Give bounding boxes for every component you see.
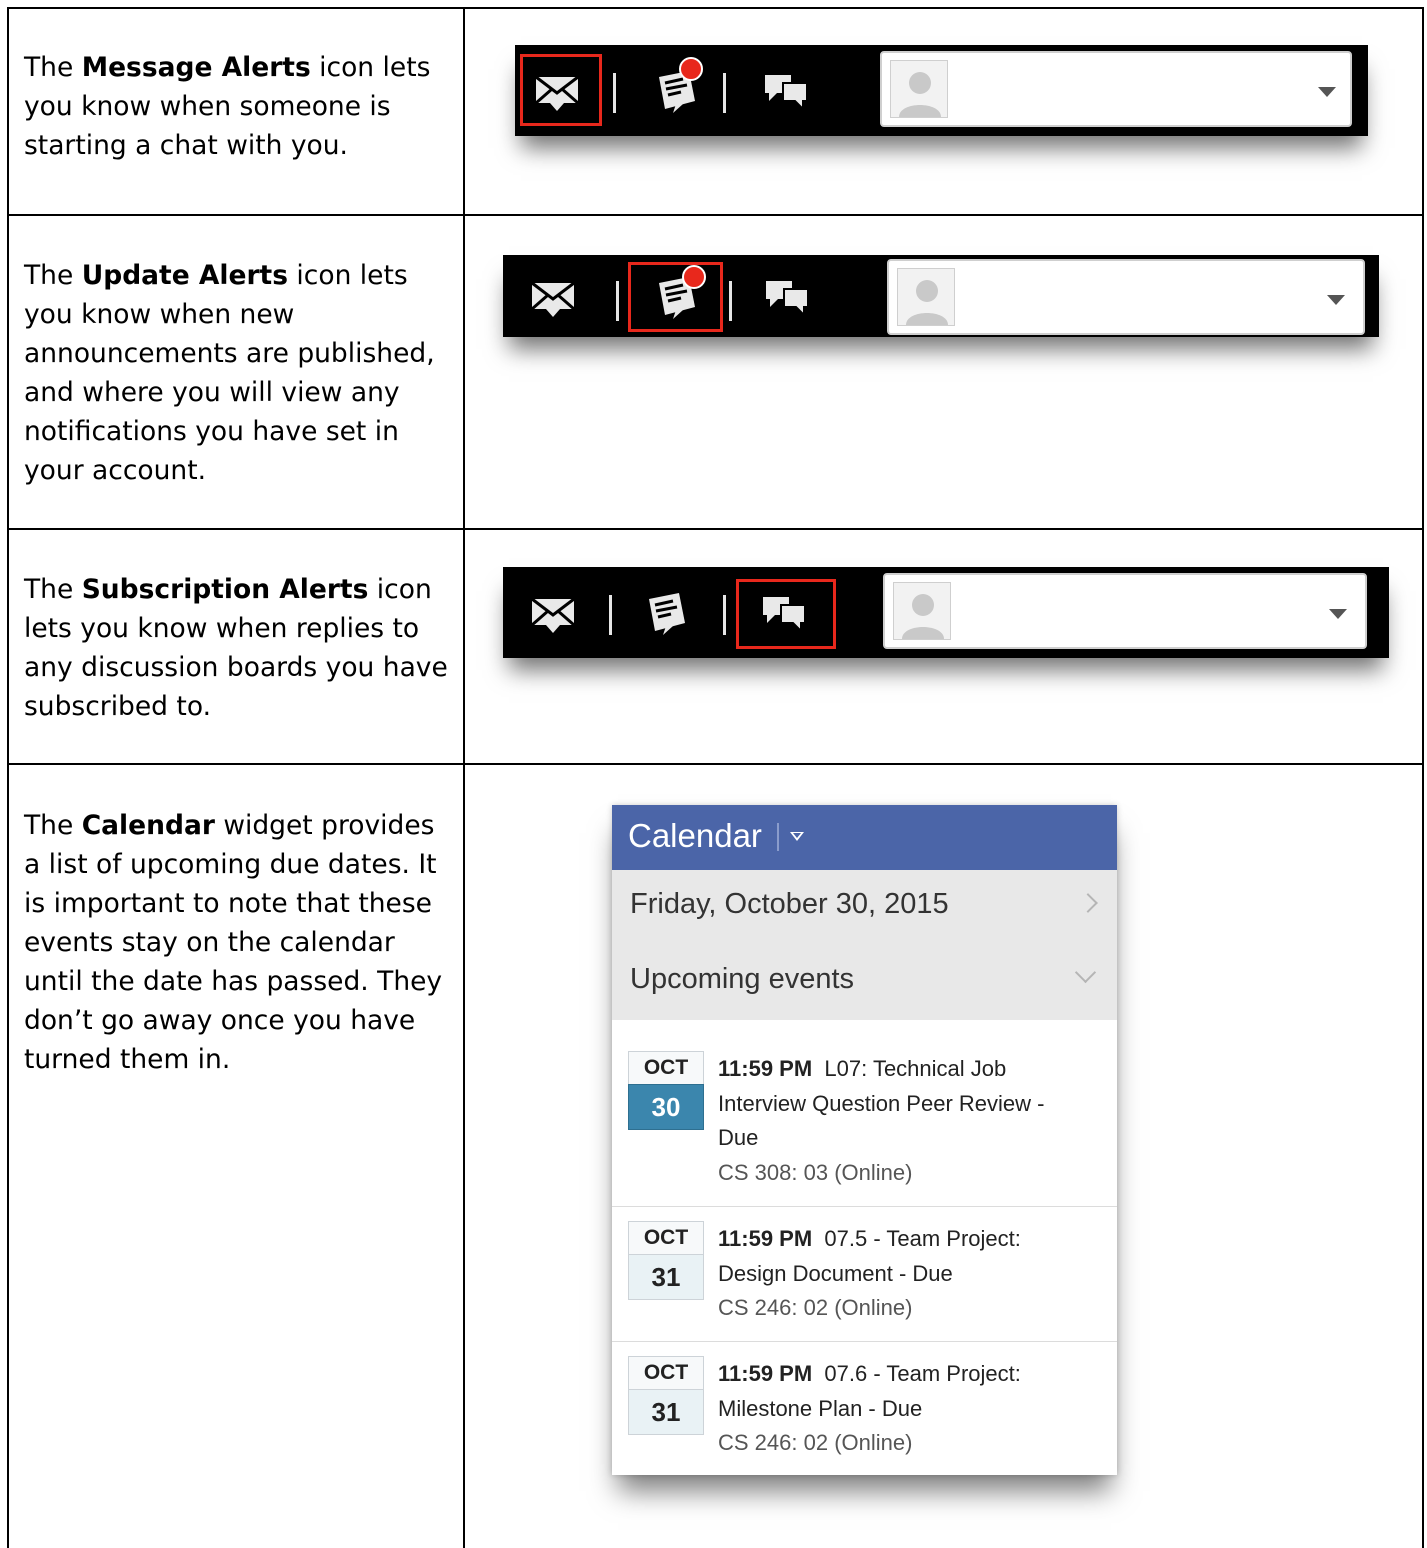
event-details: 11:59 PM 07.5 - Team Project: Design Doc… (718, 1222, 1098, 1326)
event-title-line[interactable]: Milestone Plan - Due (718, 1396, 922, 1421)
toolbar-separator (613, 73, 616, 113)
date-navigator[interactable]: Friday, October 30, 2015 (612, 870, 1117, 947)
current-date: Friday, October 30, 2015 (630, 888, 949, 920)
toolbar-separator (723, 73, 726, 113)
event-month: OCT (628, 1051, 704, 1085)
user-menu-dropdown[interactable] (883, 573, 1367, 649)
event-title-line[interactable]: Interview Question Peer Review - (718, 1091, 1044, 1116)
user-menu-dropdown[interactable] (880, 51, 1352, 127)
event-item[interactable]: OCT 31 11:59 PM 07.6 - Team Project: Mil… (612, 1356, 1117, 1466)
term-calendar: Calendar (81, 810, 215, 841)
table-row-divider (7, 528, 1424, 530)
event-time: 11:59 PM (718, 1361, 813, 1386)
update-alerts-icon[interactable] (633, 579, 699, 645)
chevron-down-icon (1327, 295, 1345, 305)
toolbar-separator (609, 595, 612, 635)
toolbar-separator (723, 595, 726, 635)
notification-dot (679, 57, 703, 81)
chevron-down-icon (1318, 87, 1336, 97)
table-border-left (7, 7, 9, 1548)
event-day: 31 (628, 1254, 704, 1300)
alerts-toolbar-subscription (503, 567, 1389, 658)
calendar-header: Calendar (612, 805, 1117, 870)
avatar (897, 268, 955, 326)
event-item[interactable]: OCT 30 11:59 PM L07: Technical Job Inter… (612, 1051, 1117, 1207)
table-row-divider (7, 763, 1424, 765)
term-update-alerts: Update Alerts (81, 260, 288, 291)
event-day: 31 (628, 1389, 704, 1435)
event-course: CS 308: 03 (Online) (718, 1159, 913, 1185)
event-time: 11:59 PM (718, 1056, 813, 1081)
avatar (890, 60, 948, 118)
chat-bubbles-icon[interactable] (754, 263, 820, 329)
toolbar-separator (729, 281, 732, 321)
chevron-down-icon[interactable] (1074, 961, 1097, 984)
event-date-badge: OCT 31 (628, 1356, 704, 1446)
alerts-toolbar-message (515, 45, 1368, 136)
user-menu-dropdown[interactable] (887, 259, 1365, 335)
menu-triangle-icon[interactable] (790, 832, 804, 841)
chevron-right-icon[interactable] (1078, 893, 1098, 913)
event-details: 11:59 PM L07: Technical Job Interview Qu… (718, 1052, 1098, 1190)
envelope-icon[interactable] (520, 263, 586, 329)
event-title-line[interactable]: Design Document - Due (718, 1261, 953, 1286)
event-title-line[interactable]: L07: Technical Job (824, 1056, 1006, 1081)
event-details: 11:59 PM 07.6 - Team Project: Milestone … (718, 1357, 1098, 1461)
envelope-icon[interactable] (520, 579, 586, 645)
notification-dot (682, 265, 706, 289)
calendar-widget: Calendar Friday, October 30, 2015 Upcomi… (612, 805, 1117, 1475)
highlight-box (520, 54, 602, 126)
term-subscription-alerts: Subscription Alerts (81, 574, 369, 605)
event-title-line[interactable]: 07.5 - Team Project: (824, 1226, 1020, 1251)
term-message-alerts: Message Alerts (81, 52, 311, 83)
event-course: CS 246: 02 (Online) (718, 1295, 913, 1320)
upcoming-events-header[interactable]: Upcoming events (612, 945, 1117, 1020)
header-separator (777, 823, 779, 851)
event-item[interactable]: OCT 31 11:59 PM 07.5 - Team Project: Des… (612, 1221, 1117, 1342)
highlight-box (628, 262, 723, 332)
calendar-title: Calendar (628, 817, 762, 854)
highlight-box (736, 579, 836, 649)
avatar (893, 582, 951, 640)
event-date-badge: OCT 31 (628, 1221, 704, 1311)
toolbar-separator (616, 281, 619, 321)
event-time: 11:59 PM (718, 1226, 813, 1251)
table-row-divider (7, 214, 1424, 216)
table-border-right (1422, 7, 1424, 1548)
event-day: 30 (628, 1084, 704, 1130)
event-title-line[interactable]: 07.6 - Team Project: (824, 1361, 1020, 1386)
calendar-description: The Calendar widget provides a list of u… (24, 810, 443, 1075)
message-alerts-description: The Message Alerts icon lets you know wh… (24, 52, 431, 161)
table-border-top (7, 7, 1424, 9)
event-title-line[interactable]: Due (718, 1125, 758, 1150)
event-month: OCT (628, 1356, 704, 1390)
table-column-divider (463, 7, 465, 1548)
upcoming-events-label: Upcoming events (630, 963, 855, 995)
subscription-alerts-description: The Subscription Alerts icon lets you kn… (24, 574, 448, 722)
event-course: CS 246: 02 (Online) (718, 1430, 913, 1455)
chat-bubbles-icon[interactable] (753, 57, 819, 123)
chevron-down-icon (1329, 609, 1347, 619)
alerts-toolbar-update (503, 255, 1379, 337)
event-date-badge: OCT 30 (628, 1051, 704, 1141)
event-month: OCT (628, 1221, 704, 1255)
update-alerts-description: The Update Alerts icon lets you know whe… (24, 260, 435, 486)
